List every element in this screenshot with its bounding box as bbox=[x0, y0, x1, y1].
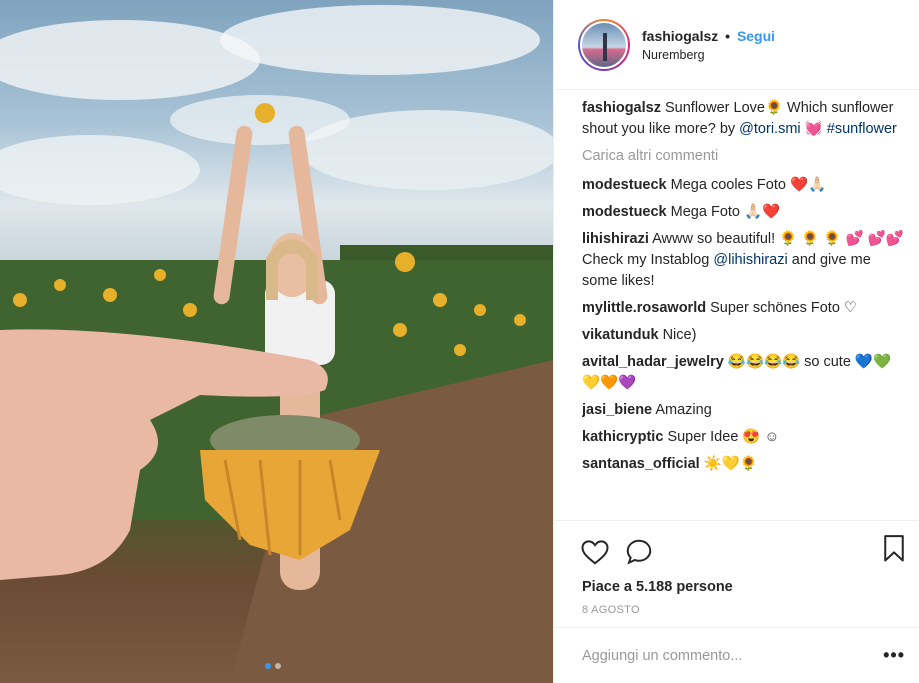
comment-item: kathicryptic Super Idee 😍 ☺ bbox=[582, 427, 907, 448]
comment-item: modestueck Mega Foto 🙏🏻❤️ bbox=[582, 202, 907, 223]
comment-username[interactable]: lihishirazi bbox=[582, 231, 649, 247]
bookmark-icon[interactable] bbox=[879, 533, 909, 563]
comment-username[interactable]: avital_hadar_jewelry bbox=[582, 354, 724, 370]
caption-username[interactable]: fashiogalsz bbox=[582, 100, 661, 116]
comment-text: ☀️💛🌻 bbox=[703, 456, 758, 472]
comment-item: lihishirazi Awww so beautiful! 🌻 🌻 🌻 💕 💕… bbox=[582, 229, 907, 292]
caption: fashiogalsz Sunflower Love🌻 Which sunflo… bbox=[582, 98, 907, 140]
location-link[interactable]: Nuremberg bbox=[642, 48, 775, 62]
caption-mention[interactable]: @tori.smi bbox=[739, 121, 800, 137]
post-sidebar: fashiogalsz • Segui Nuremberg fashiogals… bbox=[553, 0, 919, 683]
comment-text: Super Idee 😍 ☺ bbox=[667, 429, 780, 445]
comment-item: santanas_official ☀️💛🌻 bbox=[582, 454, 907, 475]
comment-bubble-icon[interactable] bbox=[624, 537, 654, 567]
comment-text: Nice) bbox=[662, 327, 697, 343]
comment-username[interactable]: modestueck bbox=[582, 177, 667, 193]
comment-text: Amazing bbox=[655, 402, 712, 418]
post-date[interactable]: 8 AGOSTO bbox=[554, 604, 919, 616]
heart-icon[interactable] bbox=[580, 537, 610, 567]
add-comment-bar: ••• bbox=[554, 627, 919, 683]
caption-emoji: 💓 bbox=[804, 121, 823, 137]
post-header: fashiogalsz • Segui Nuremberg bbox=[554, 0, 919, 90]
comment-item: mylittle.rosaworld Super schönes Foto ♡ bbox=[582, 298, 907, 319]
comment-text: Mega cooles Foto ❤️🙏🏻 bbox=[670, 177, 827, 193]
carousel-dot-active[interactable] bbox=[265, 663, 271, 669]
comment-text: Mega Foto 🙏🏻❤️ bbox=[670, 204, 781, 220]
follow-button[interactable]: Segui bbox=[737, 28, 775, 44]
caption-hashtag[interactable]: #sunflower bbox=[827, 121, 897, 137]
load-more-comments[interactable]: Carica altri commenti bbox=[582, 146, 907, 167]
username-link[interactable]: fashiogalsz bbox=[642, 28, 718, 44]
comment-item: avital_hadar_jewelry 😂😂😂😂 so cute 💙💚💛🧡💜 bbox=[582, 352, 907, 394]
photo-illustration bbox=[0, 5, 553, 683]
avatar-story-ring[interactable] bbox=[578, 18, 630, 71]
comment-username[interactable]: vikatunduk bbox=[582, 327, 659, 343]
post-photo[interactable] bbox=[0, 0, 553, 683]
comment-username[interactable]: mylittle.rosaworld bbox=[582, 300, 706, 316]
comment-item: vikatunduk Nice) bbox=[582, 325, 907, 346]
comment-username[interactable]: jasi_biene bbox=[582, 402, 652, 418]
comments-list[interactable]: fashiogalsz Sunflower Love🌻 Which sunflo… bbox=[582, 98, 907, 520]
carousel-dot[interactable] bbox=[275, 663, 281, 669]
comment-username[interactable]: santanas_official bbox=[582, 456, 700, 472]
likes-count[interactable]: Piace a 5.188 persone bbox=[554, 579, 919, 595]
comment-text: Super schönes Foto ♡ bbox=[710, 300, 857, 316]
comment-input[interactable] bbox=[582, 647, 884, 664]
carousel-indicator[interactable] bbox=[265, 663, 281, 669]
post-actions: Piace a 5.188 persone 8 AGOSTO bbox=[554, 520, 919, 616]
comment-item: modestueck Mega cooles Foto ❤️🙏🏻 bbox=[582, 175, 907, 196]
comment-item: jasi_biene Amazing bbox=[582, 400, 907, 421]
avatar[interactable] bbox=[580, 20, 628, 69]
comment-mention[interactable]: @lihishirazi bbox=[713, 252, 787, 268]
more-options-button[interactable]: ••• bbox=[883, 645, 905, 666]
comment-username[interactable]: modestueck bbox=[582, 204, 667, 220]
separator-dot: • bbox=[725, 27, 731, 44]
comment-username[interactable]: kathicryptic bbox=[582, 429, 663, 445]
